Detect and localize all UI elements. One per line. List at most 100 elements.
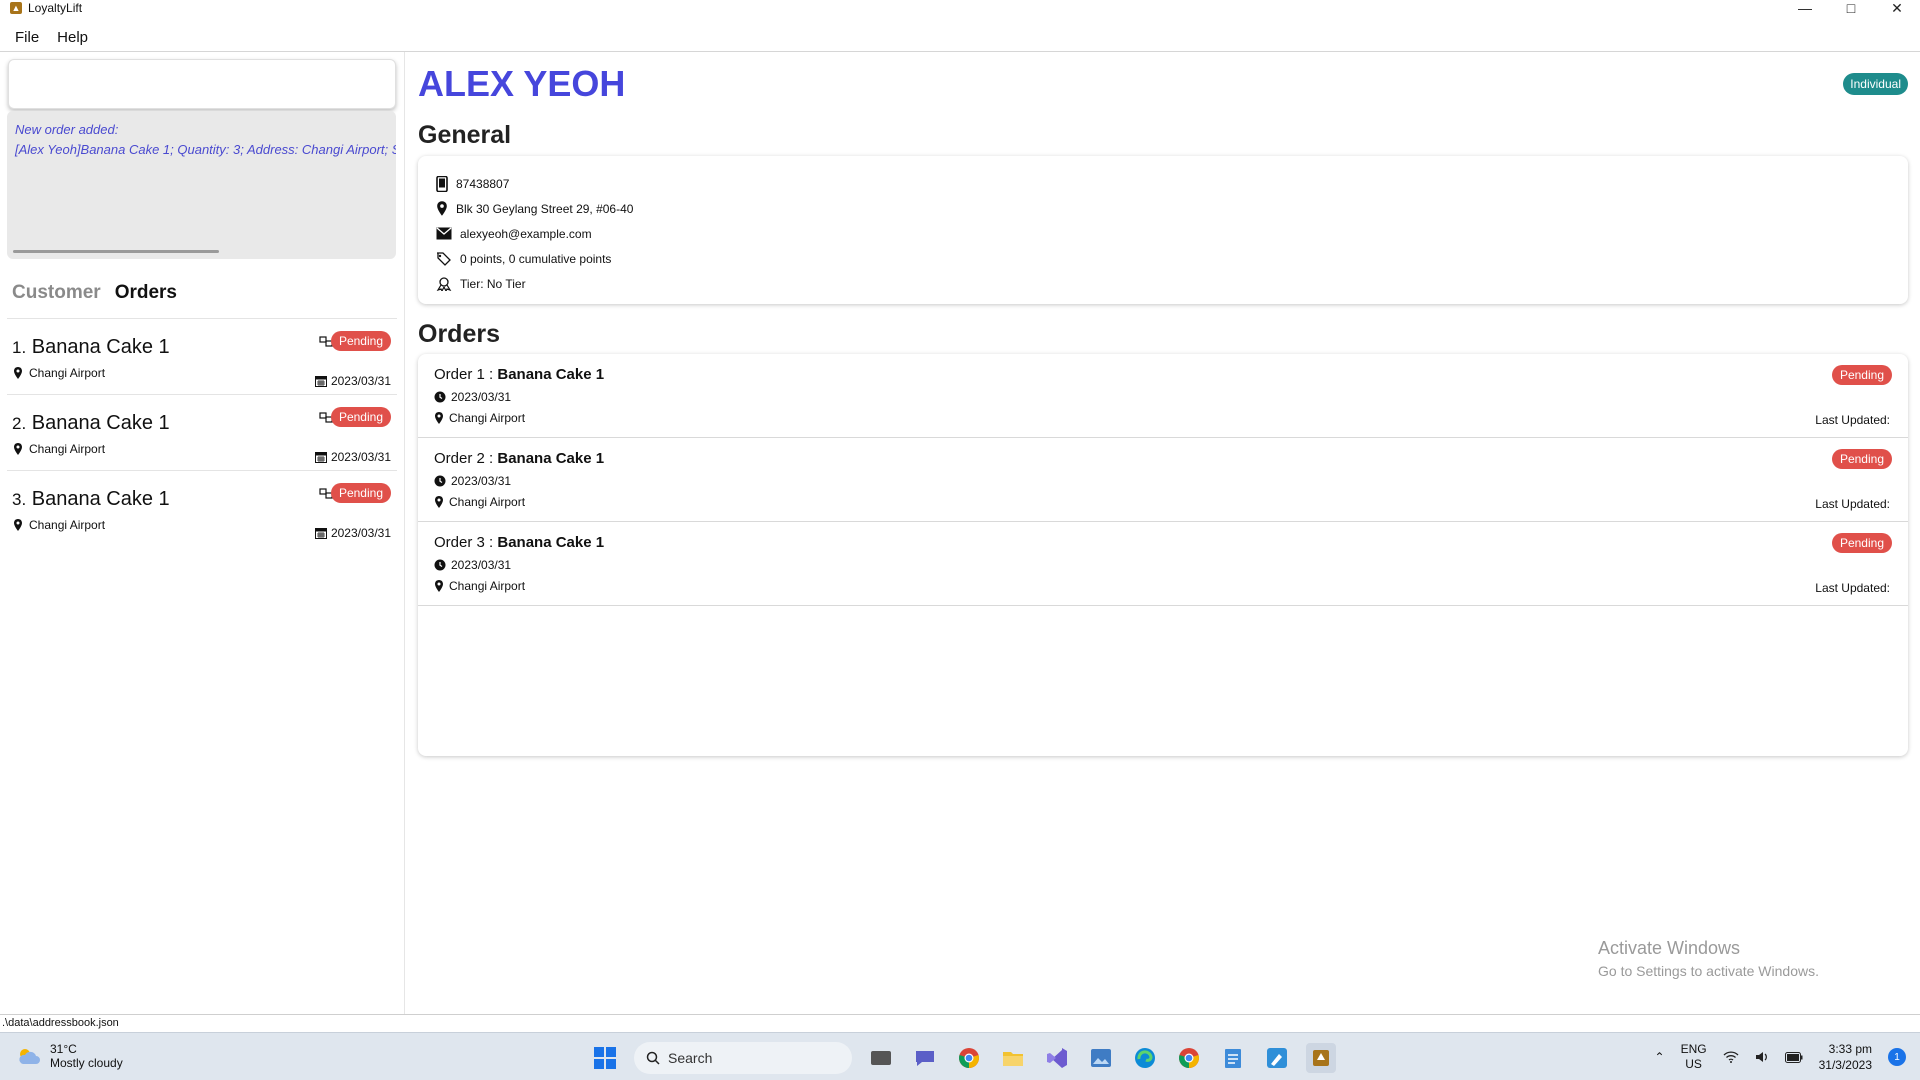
edge-browser-icon[interactable]: [1130, 1043, 1160, 1073]
command-input[interactable]: [8, 59, 396, 109]
phone-icon: [436, 175, 448, 192]
order-list-item[interactable]: 2. Banana Cake 1 Changi Airport 1 Pendin…: [7, 394, 397, 470]
order-row-date: 2023/03/31: [434, 558, 511, 572]
order-row[interactable]: Order 2 : Banana Cake 1 2023/03/31 Chang…: [418, 438, 1908, 522]
location-pin-icon: [435, 580, 443, 592]
order-row-date: 2023/03/31: [434, 474, 511, 488]
location-pin-icon: [437, 201, 447, 216]
order-item-location: Changi Airport: [13, 518, 105, 532]
start-button[interactable]: [590, 1043, 620, 1073]
cloud-sun-icon: [19, 1049, 40, 1064]
wifi-icon[interactable]: [1723, 1051, 1739, 1063]
order-item-title: 1. Banana Cake 1: [12, 336, 170, 358]
notification-badge[interactable]: 1: [1888, 1048, 1906, 1066]
status-badge: Pending: [330, 483, 391, 503]
chrome-app-icon[interactable]: [954, 1043, 984, 1073]
teams-chat-icon[interactable]: [910, 1043, 940, 1073]
order-row-location: Changi Airport: [434, 495, 525, 509]
award-icon: [436, 276, 452, 291]
tab-orders[interactable]: Orders: [115, 282, 177, 304]
orders-heading: Orders: [418, 320, 500, 348]
system-clock[interactable]: 3:33 pm 31/3/2023: [1819, 1041, 1872, 1073]
order-row[interactable]: Order 3 : Banana Cake 1 2023/03/31 Chang…: [418, 522, 1908, 606]
order-item-date: 2023/03/31: [314, 450, 391, 464]
order-item-location: Changi Airport: [13, 366, 105, 380]
windows-logo-icon: [594, 1047, 616, 1069]
volume-icon[interactable]: [1755, 1051, 1769, 1063]
status-badge: Pending: [1831, 533, 1892, 553]
tab-customer[interactable]: Customer: [12, 282, 101, 304]
weather-temp: 31°C: [50, 1042, 77, 1056]
order-list-item[interactable]: 3. Banana Cake 1 Changi Airport 2 Pendin…: [7, 470, 397, 546]
phone-row: 87438807: [418, 171, 1908, 196]
window-title: LoyaltyLift: [28, 1, 83, 15]
order-row-title: Order 1 : Banana Cake 1: [434, 366, 605, 383]
order-list-item[interactable]: 1. Banana Cake 1 Changi Airport 3 Pendin…: [7, 318, 397, 394]
close-button[interactable]: ✕: [1874, 0, 1920, 16]
visual-studio-icon[interactable]: [1042, 1043, 1072, 1073]
order-row-date: 2023/03/31: [434, 390, 511, 404]
weather-widget[interactable]: 31°C Mostly cloudy: [16, 1042, 123, 1070]
last-updated-label: Last Updated:: [1815, 413, 1890, 427]
task-view-icon[interactable]: [866, 1043, 896, 1073]
menu-file[interactable]: File: [0, 29, 47, 46]
window-controls: — □ ✕: [1782, 0, 1920, 16]
paint-icon[interactable]: [1262, 1043, 1292, 1073]
photos-icon[interactable]: [1086, 1043, 1116, 1073]
taskbar: 31°C Mostly cloudy Search ⌃ ENG US 3:33 …: [0, 1032, 1920, 1080]
list-tabs: Customer Orders: [12, 282, 177, 304]
status-badge: Pending: [330, 407, 391, 427]
battery-icon[interactable]: [1784, 1051, 1803, 1063]
clock-icon: [434, 391, 446, 403]
search-label: Search: [668, 1050, 713, 1066]
result-line-1: New order added:: [15, 122, 119, 137]
order-row-title: Order 2 : Banana Cake 1: [434, 450, 605, 467]
location-pin-icon: [14, 443, 22, 455]
email-row: alexyeoh@example.com: [418, 221, 1908, 246]
order-row-location: Changi Airport: [434, 411, 525, 425]
weather-desc: Mostly cloudy: [50, 1056, 123, 1070]
clock-icon: [434, 475, 446, 487]
status-badge: Pending: [1831, 449, 1892, 469]
loyaltylift-app-icon[interactable]: [1306, 1043, 1336, 1073]
title-bar: ▲ LoyaltyLift — □ ✕: [0, 0, 1920, 16]
calendar-icon: [314, 528, 327, 539]
notepad-icon[interactable]: [1218, 1043, 1248, 1073]
order-item-date: 2023/03/31: [314, 374, 391, 388]
status-badge: Pending: [1831, 365, 1892, 385]
left-panel: New order added: [Alex Yeoh]Banana Cake …: [0, 52, 405, 1014]
clock-icon: [434, 559, 446, 571]
status-badge: Pending: [330, 331, 391, 351]
menu-bar: File Help: [0, 24, 96, 50]
email-icon: [436, 227, 452, 240]
address-row: Blk 30 Geylang Street 29, #06-40: [418, 196, 1908, 221]
order-row[interactable]: Order 1 : Banana Cake 1 2023/03/31 Chang…: [418, 354, 1908, 438]
horizontal-scrollbar[interactable]: [13, 250, 219, 253]
chrome-browser-icon[interactable]: [1174, 1043, 1204, 1073]
minimize-button[interactable]: —: [1782, 0, 1828, 16]
maximize-button[interactable]: □: [1828, 0, 1874, 16]
chevron-up-icon[interactable]: ⌃: [1655, 1050, 1665, 1064]
order-item-title: 2. Banana Cake 1: [12, 412, 170, 434]
order-item-date: 2023/03/31: [314, 526, 391, 540]
location-pin-icon: [435, 412, 443, 424]
tier-row: Tier: No Tier: [418, 271, 1908, 296]
search-icon: [646, 1051, 660, 1065]
language-indicator[interactable]: ENG US: [1681, 1042, 1707, 1072]
menu-help[interactable]: Help: [47, 29, 96, 46]
last-updated-label: Last Updated:: [1815, 497, 1890, 511]
file-explorer-icon[interactable]: [998, 1043, 1028, 1073]
order-row-location: Changi Airport: [434, 579, 525, 593]
order-list: 1. Banana Cake 1 Changi Airport 3 Pendin…: [7, 318, 397, 546]
general-heading: General: [418, 121, 512, 149]
customer-name: ALEX YEOH: [418, 63, 626, 104]
location-pin-icon: [14, 519, 22, 531]
watermark-subtitle: Go to Settings to activate Windows.: [1598, 963, 1819, 979]
system-tray: ⌃ ENG US 3:33 pm 31/3/2023 1: [1655, 1041, 1906, 1073]
result-text: New order added: [Alex Yeoh]Banana Cake …: [7, 111, 396, 160]
order-item-title: 3. Banana Cake 1: [12, 488, 170, 510]
general-info-card: 87438807 Blk 30 Geylang Street 29, #06-4…: [418, 156, 1908, 304]
taskbar-search[interactable]: Search: [634, 1042, 852, 1074]
tags-icon: [437, 251, 451, 266]
result-display: New order added: [Alex Yeoh]Banana Cake …: [7, 111, 396, 259]
